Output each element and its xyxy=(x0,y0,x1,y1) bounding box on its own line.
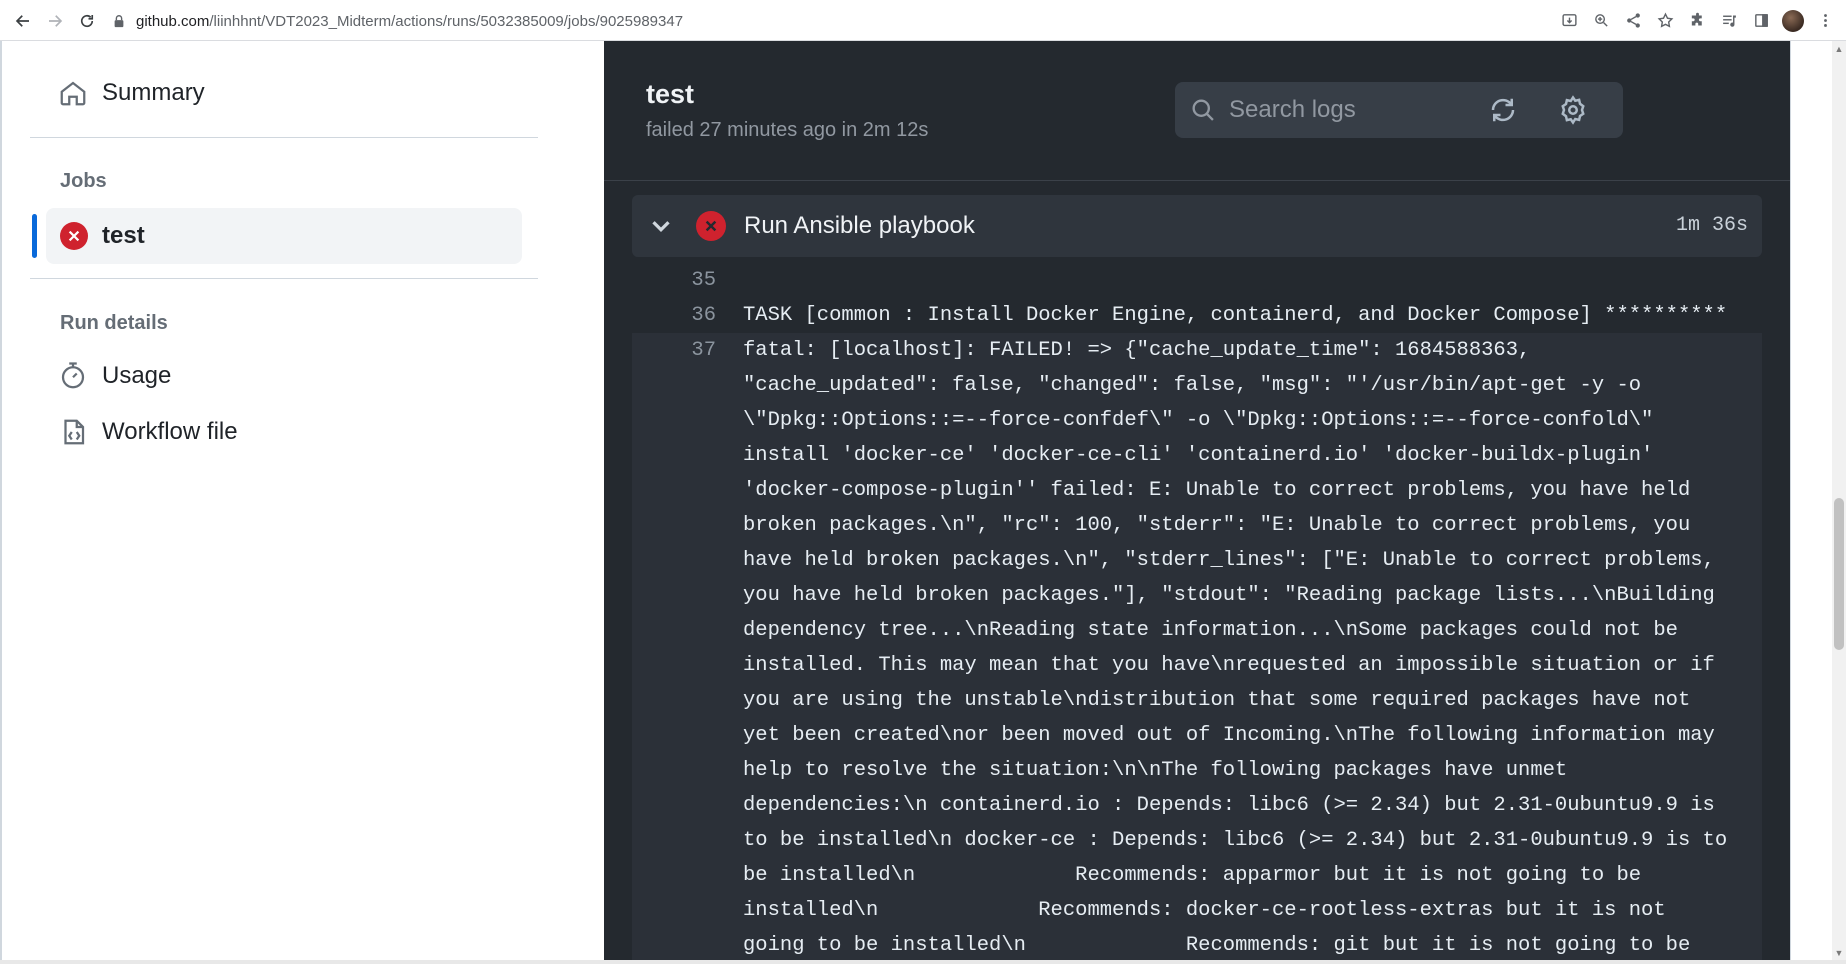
settings-gear-icon[interactable] xyxy=(1553,90,1593,130)
job-label: test xyxy=(102,222,145,249)
run-details-heading: Run details xyxy=(60,312,168,334)
summary-label: Summary xyxy=(102,79,205,106)
sidebar-job-test[interactable]: test xyxy=(46,208,522,264)
scrollbar-thumb[interactable] xyxy=(1834,498,1844,650)
extensions-icon[interactable] xyxy=(1682,6,1712,36)
job-header: test failed 27 minutes ago in 2m 12s xyxy=(604,41,1790,181)
url-text: github.com/liinhhnt/VDT2023_Midterm/acti… xyxy=(136,12,684,30)
scroll-down-arrow-icon[interactable]: ▼ xyxy=(1834,948,1844,958)
sidebar-divider xyxy=(30,278,538,279)
back-icon[interactable] xyxy=(8,6,38,36)
log-output: 35 36 TASK [common : Install Docker Engi… xyxy=(632,263,1762,963)
log-line: 36 TASK [common : Install Docker Engine,… xyxy=(632,298,1762,333)
browser-actions xyxy=(1554,0,1846,41)
line-text: fatal: [localhost]: FAILED! => {"cache_u… xyxy=(743,339,1728,957)
browser-menu-icon[interactable] xyxy=(1810,6,1840,36)
step-failed-icon xyxy=(696,211,726,241)
lock-icon xyxy=(114,15,124,28)
zoom-icon[interactable] xyxy=(1586,6,1616,36)
share-icon[interactable] xyxy=(1618,6,1648,36)
line-number[interactable]: 36 xyxy=(632,298,716,333)
install-app-icon[interactable] xyxy=(1554,6,1584,36)
line-number[interactable]: 35 xyxy=(632,263,716,298)
chevron-down-icon[interactable] xyxy=(646,211,676,241)
line-number[interactable]: 37 xyxy=(632,333,716,963)
summary-link[interactable]: Summary xyxy=(58,78,205,108)
refresh-icon[interactable] xyxy=(1483,90,1523,130)
scroll-up-arrow-icon[interactable]: ▲ xyxy=(1834,44,1844,54)
forward-icon[interactable] xyxy=(40,6,70,36)
reload-icon[interactable] xyxy=(72,6,102,36)
search-icon xyxy=(1192,99,1214,121)
log-line-error: 37 fatal: [localhost]: FAILED! => {"cach… xyxy=(632,333,1762,963)
profile-avatar[interactable] xyxy=(1782,9,1804,32)
line-text: TASK [common : Install Docker Engine, co… xyxy=(743,304,1728,327)
stopwatch-icon xyxy=(61,362,85,389)
bookmark-star-icon[interactable] xyxy=(1650,6,1680,36)
address-bar[interactable]: github.com/liinhhnt/VDT2023_Midterm/acti… xyxy=(112,7,683,35)
line-text xyxy=(716,263,1762,298)
log-line: 35 xyxy=(632,263,1762,298)
jobs-heading: Jobs xyxy=(60,170,107,192)
failed-status-icon xyxy=(60,222,88,250)
job-status-text: failed 27 minutes ago in 2m 12s xyxy=(646,119,929,141)
usage-link[interactable]: Usage xyxy=(58,361,171,391)
search-logs-input[interactable] xyxy=(1229,96,1609,124)
step-header-run-ansible[interactable]: Run Ansible playbook 1m 36s xyxy=(632,195,1762,257)
home-icon xyxy=(60,81,86,106)
browser-toolbar: github.com/liinhhnt/VDT2023_Midterm/acti… xyxy=(0,0,1846,41)
workflow-file-label: Workflow file xyxy=(102,418,238,445)
media-icon[interactable] xyxy=(1714,6,1744,36)
usage-label: Usage xyxy=(102,362,172,389)
step-title: Run Ansible playbook xyxy=(744,212,975,239)
sidebar-divider xyxy=(30,137,538,138)
workflow-file-icon xyxy=(64,419,85,445)
selected-indicator xyxy=(32,214,37,258)
workflow-file-link[interactable]: Workflow file xyxy=(58,417,238,447)
side-panel-icon[interactable] xyxy=(1746,6,1776,36)
job-log-panel: test failed 27 minutes ago in 2m 12s Run… xyxy=(604,41,1790,964)
job-title: test xyxy=(646,79,695,109)
run-sidebar: Summary Jobs test Run details Usage Work… xyxy=(0,41,604,964)
step-duration: 1m 36s xyxy=(1675,214,1748,237)
window-bottom-edge xyxy=(0,960,1846,964)
